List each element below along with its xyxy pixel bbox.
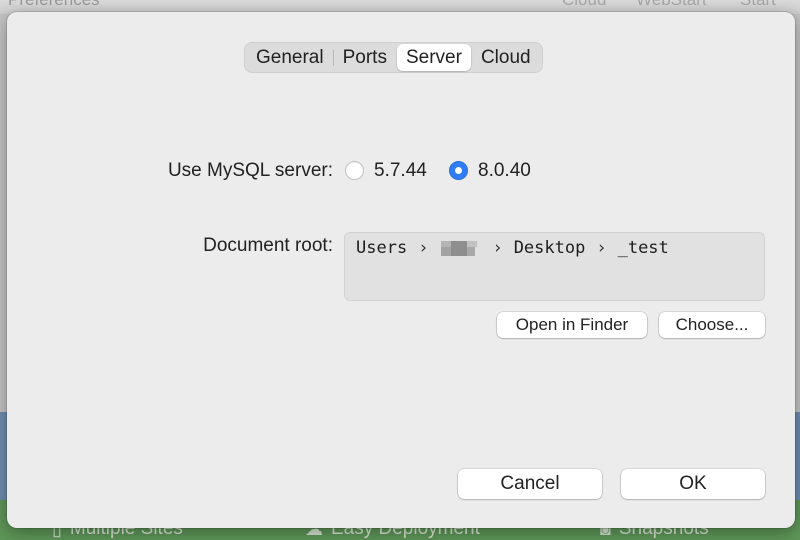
tab-bar: General Ports Server Cloud: [244, 42, 543, 73]
background-tab-webstart: WebStart: [636, 0, 707, 10]
choose-button[interactable]: Choose...: [659, 312, 765, 338]
background-title: Preferences: [8, 0, 100, 10]
background-tab-cloud: Cloud: [562, 0, 606, 10]
path-component-test: _test: [617, 238, 669, 258]
mysql-8-0-label[interactable]: 8.0.40: [478, 160, 531, 182]
open-in-finder-button[interactable]: Open in Finder: [497, 312, 647, 338]
path-separator: ›: [596, 238, 607, 258]
path-component-desktop: Desktop: [513, 238, 586, 258]
tab-server[interactable]: Server: [396, 44, 471, 71]
document-root-path: Users › › Desktop › _test: [356, 238, 669, 258]
preferences-sheet: General Ports Server Cloud Use MySQL ser…: [7, 12, 795, 528]
tab-ports[interactable]: Ports: [334, 44, 396, 71]
path-component-users: Users: [356, 238, 408, 258]
ok-button[interactable]: OK: [621, 469, 765, 499]
document-root-label: Document root:: [203, 235, 333, 256]
redacted-username: [439, 240, 481, 257]
tab-cloud[interactable]: Cloud: [472, 44, 540, 71]
mysql-5-7-label[interactable]: 5.7.44: [374, 160, 427, 182]
path-separator: ›: [492, 238, 503, 258]
path-separator: ›: [418, 238, 429, 258]
background-tab-start: Start: [740, 0, 776, 10]
mysql-5-7-radio[interactable]: [345, 161, 364, 180]
document-root-path-field[interactable]: Users › › Desktop › _test: [344, 232, 765, 301]
mysql-server-label: Use MySQL server:: [167, 160, 333, 181]
mysql-8-0-radio[interactable]: [449, 161, 468, 180]
cancel-button[interactable]: Cancel: [458, 469, 602, 499]
tab-general[interactable]: General: [247, 44, 333, 71]
